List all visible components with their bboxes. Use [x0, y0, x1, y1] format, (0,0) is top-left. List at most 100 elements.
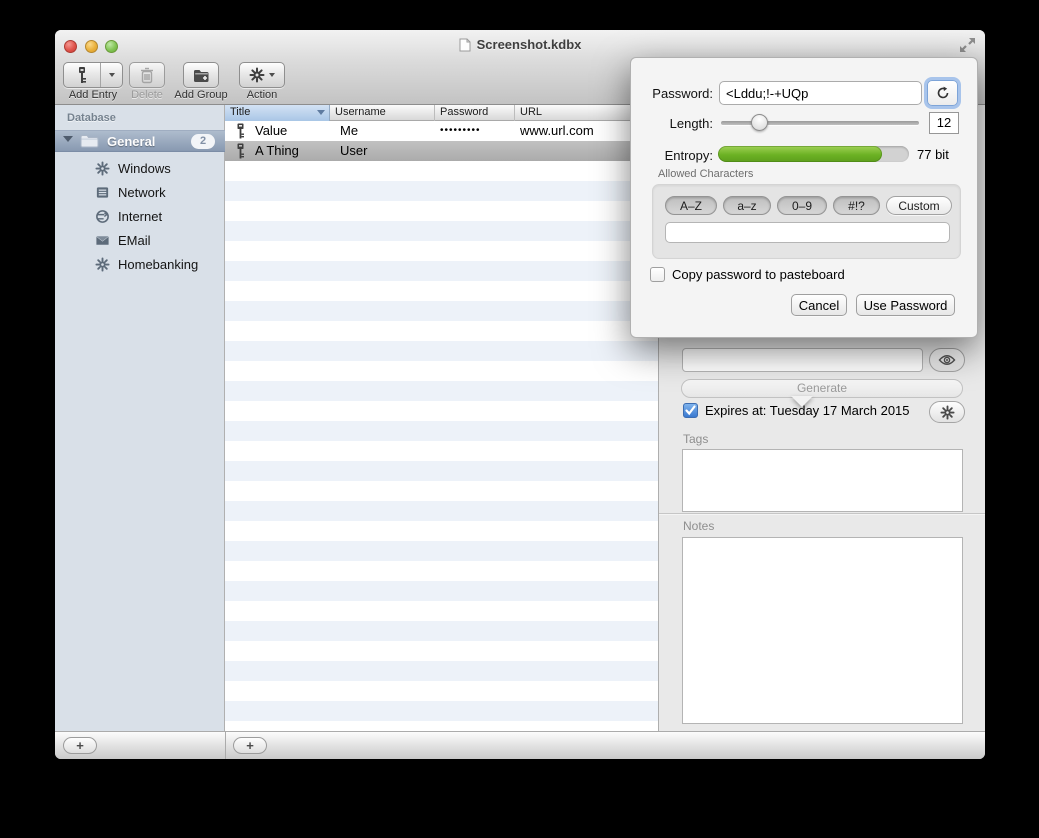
cell-username: Me: [340, 121, 434, 141]
length-slider[interactable]: [721, 121, 919, 125]
key-icon: [76, 66, 88, 84]
expires-checkbox[interactable]: [683, 403, 698, 418]
charset-symbols-button[interactable]: #!?: [833, 196, 880, 215]
gear-icon: [940, 405, 955, 420]
table-row-selected[interactable]: A Thing User: [225, 141, 658, 161]
window-title-row: Screenshot.kdbx: [55, 37, 985, 55]
sort-descending-icon: [317, 110, 325, 115]
panel-separator: [659, 513, 985, 514]
entropy-value: 77 bit: [917, 147, 949, 162]
entropy-meter-fill: [718, 146, 882, 162]
sidebar-item-network[interactable]: Network: [55, 180, 225, 204]
notes-label: Notes: [683, 519, 714, 533]
add-group-button[interactable]: [183, 62, 219, 88]
fullscreen-icon[interactable]: [959, 37, 976, 53]
sidebar-item-internet[interactable]: Internet: [55, 204, 225, 228]
gear-icon: [249, 67, 265, 83]
network-icon: [95, 185, 110, 200]
eye-icon: [938, 354, 956, 366]
sidebar-item-label: Network: [118, 185, 166, 200]
expires-options-button[interactable]: [929, 401, 965, 423]
show-password-button[interactable]: [929, 348, 965, 372]
charset-custom-button[interactable]: Custom: [886, 196, 952, 215]
length-slider-knob[interactable]: [751, 114, 768, 131]
table-header: Title Username Password URL N: [225, 105, 658, 121]
gear-icon: [95, 257, 110, 272]
length-value-field[interactable]: 12: [929, 112, 959, 134]
add-entry-button[interactable]: [63, 62, 123, 88]
allowed-characters-box: A–Z a–z 0–9 #!? Custom: [652, 184, 961, 259]
sidebar-item-label: Internet: [118, 209, 162, 224]
add-entry-main-segment[interactable]: [64, 63, 101, 87]
folder-plus-icon: [193, 68, 210, 83]
chevron-down-icon: [109, 73, 115, 77]
delete-button[interactable]: [129, 62, 165, 88]
sidebar-group-general[interactable]: General 2: [55, 130, 225, 152]
cell-password-masked: •••••••••: [440, 121, 514, 141]
length-label: Length:: [636, 116, 713, 131]
sidebar-section-header: Database: [67, 112, 116, 124]
sidebar-group-label: General: [107, 134, 155, 149]
generate-button[interactable]: Generate: [681, 379, 963, 398]
custom-characters-field[interactable]: [665, 222, 950, 243]
add-entry-dropdown-segment[interactable]: [101, 63, 123, 87]
tags-field[interactable]: [682, 449, 963, 512]
refresh-icon: [936, 86, 950, 100]
allowed-characters-label: Allowed Characters: [658, 168, 753, 180]
entropy-meter: [718, 146, 909, 162]
copy-password-label: Copy password to pasteboard: [672, 267, 845, 282]
gear-icon: [95, 161, 110, 176]
disclosure-triangle-icon[interactable]: [63, 136, 73, 147]
entry-table: Title Username Password URL N Value Me •…: [225, 105, 658, 731]
bottom-bar: + +: [55, 731, 985, 759]
chevron-down-icon: [269, 73, 275, 77]
entry-password-field[interactable]: [682, 348, 923, 372]
sidebar-item-label: EMail: [118, 233, 151, 248]
add-group-plus-button[interactable]: +: [63, 737, 97, 754]
use-password-button[interactable]: Use Password: [856, 294, 955, 316]
charset-lowercase-button[interactable]: a–z: [723, 196, 771, 215]
column-header-title[interactable]: Title: [225, 105, 330, 121]
add-group-label: Add Group: [173, 89, 229, 101]
sidebar-item-label: Homebanking: [118, 257, 198, 272]
charset-uppercase-button[interactable]: A–Z: [665, 196, 717, 215]
cancel-button[interactable]: Cancel: [791, 294, 847, 316]
globe-icon: [95, 209, 110, 224]
cell-title: A Thing: [255, 141, 329, 161]
entropy-label: Entropy:: [636, 148, 713, 163]
popover-arrow: [791, 396, 813, 407]
sidebar-item-homebanking[interactable]: Homebanking: [55, 252, 225, 276]
cell-username: User: [340, 141, 434, 161]
copy-password-row: Copy password to pasteboard: [650, 267, 845, 282]
sidebar-item-windows[interactable]: Windows: [55, 156, 225, 180]
folder-icon: [80, 134, 99, 148]
column-header-password[interactable]: Password: [435, 105, 515, 121]
password-generator-popover: Password: Length: 12 Entropy: 77 bit All…: [630, 57, 978, 338]
tags-label: Tags: [683, 432, 708, 446]
envelope-icon: [95, 233, 110, 248]
key-icon: [236, 123, 245, 139]
table-row[interactable]: Value Me ••••••••• www.url.com: [225, 121, 658, 141]
action-button[interactable]: [239, 62, 285, 88]
document-icon: [459, 38, 471, 55]
notes-field[interactable]: [682, 537, 963, 724]
add-entry-label: Add Entry: [63, 89, 123, 101]
regenerate-button[interactable]: [927, 80, 958, 106]
action-label: Action: [239, 89, 285, 101]
key-icon: [236, 143, 245, 159]
copy-password-checkbox[interactable]: [650, 267, 665, 282]
charset-digits-button[interactable]: 0–9: [777, 196, 827, 215]
cell-title: Value: [255, 121, 329, 141]
generated-password-field[interactable]: [719, 81, 922, 105]
password-label: Password:: [636, 86, 713, 101]
table-background-stripes: [225, 161, 658, 731]
entry-count-badge: 2: [191, 134, 215, 149]
bottom-bar-divider: [225, 732, 226, 759]
sidebar: Database General 2 Windows Network: [55, 105, 225, 731]
window-title: Screenshot.kdbx: [477, 37, 582, 52]
add-entry-plus-button[interactable]: +: [233, 737, 267, 754]
sidebar-item-email[interactable]: EMail: [55, 228, 225, 252]
delete-label: Delete: [121, 89, 173, 101]
sidebar-item-label: Windows: [118, 161, 171, 176]
column-header-username[interactable]: Username: [330, 105, 435, 121]
